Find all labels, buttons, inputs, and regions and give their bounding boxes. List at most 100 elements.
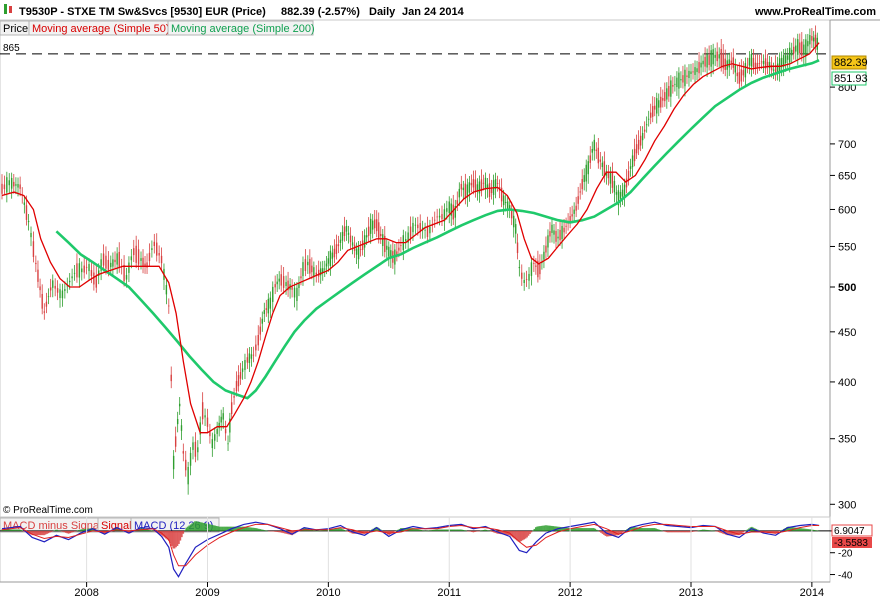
candle-body [282,276,285,288]
candle-body [746,65,749,67]
candle-body [220,416,222,423]
macd-hist-bar [43,530,45,536]
candle-body [182,451,185,454]
candle-body [809,35,811,45]
macd-hist-bar [66,530,69,534]
candle-body [187,466,189,485]
candle-body [684,69,686,87]
macd-hist-bar [59,530,61,532]
macd-hist-bar [745,530,747,531]
candle-body [579,191,581,193]
macd-hist-bar [250,527,253,531]
macd-hist-bar [198,521,201,531]
candle-body [647,118,650,120]
macd-hist-bar [318,530,321,532]
price-axis-ticks: 300350400450500550600650700800 [830,82,856,511]
macd-hist-bar [249,527,251,531]
macd-hist-bar [543,525,546,531]
candle-body [25,205,28,220]
macd-hist-bar [65,530,67,533]
candle-body [59,289,61,299]
candle-body [178,403,181,407]
candle-body [462,187,465,191]
macd-hist-bar [537,526,540,531]
macd-hist-bar [202,522,205,531]
candle-body [388,246,390,257]
candle-body [265,308,268,310]
macd-hist-bar [693,530,695,532]
candle-body [563,227,565,233]
macd-hist-bar [255,528,257,531]
candle-body [438,215,441,218]
x-tick-label-2013: 2013 [679,587,703,599]
candle-body [696,68,698,73]
macd-hist-bar [662,530,665,532]
macd-hist-bar [20,529,22,531]
candle-body [575,205,577,211]
macd-hist-bar [186,526,189,531]
candle-body [811,35,813,41]
candle-body [805,39,807,57]
macd-hist-bar [344,530,347,532]
candle-body [116,253,118,265]
candle-body [571,214,573,217]
candle-body [23,202,26,205]
macd-hist-bar [189,524,192,531]
candle-body [222,413,224,420]
candle-body [551,224,553,233]
macd-hist-bar [459,529,462,531]
candle-body [160,255,163,264]
macd-hist-bar [421,530,424,531]
macd-hist-bar [426,530,428,532]
macd-hist-bar [263,530,266,531]
legend-price: Price [3,23,28,35]
period-label: Daily [369,6,396,18]
macd-hist-bar [581,528,584,531]
candle-body [192,442,194,450]
x-tick-label-2009: 2009 [195,587,219,599]
candle-body [448,201,450,214]
price-legend: Price Moving average (Simple 50) Moving … [0,20,315,36]
candle-body [803,44,805,55]
candle-body [357,246,360,260]
macd-hist-bar [9,529,12,531]
candle-body [690,71,692,75]
candle-body [474,179,477,192]
candle-body [153,241,156,247]
macd-hist-bar [707,530,710,531]
y-tick-label-700: 700 [838,139,856,151]
candle-body [10,177,13,189]
macd-hist-bar [521,530,524,541]
candle-body [241,368,244,372]
candle-body [118,251,120,268]
macd-hist-bar [778,530,781,532]
macd-hist-bar [427,530,430,532]
macd-hist-bar [579,528,582,531]
macd-hist-bar [440,529,443,531]
candle-body [553,230,555,235]
candle-body [378,222,380,239]
macd-hist-bar [69,530,71,534]
macd-hist-bar [67,530,70,534]
macd-hist-bar [465,530,467,532]
macd-hist-bar [188,525,190,531]
macd-hist-bar [539,526,541,531]
candle-body [313,267,315,277]
candle-body [137,249,140,265]
candle-body [324,268,326,270]
candle-body [41,293,43,309]
candle-body [718,54,720,59]
macd-hist-bar [275,530,277,532]
candle-body [300,276,302,279]
macd-hist-bar [584,528,586,531]
candle-body [625,178,628,188]
macd-hist-bar [218,526,221,531]
macd-hist-bar [530,530,533,533]
macd-hist-bar [701,529,704,531]
macd-hist-bar [201,522,203,531]
macd-hist-bar [645,528,647,531]
macd-hist-bar [719,530,721,533]
candle-body [424,229,426,231]
price-badge: 882.39 [831,55,868,70]
macd-hist-bar [433,529,436,531]
